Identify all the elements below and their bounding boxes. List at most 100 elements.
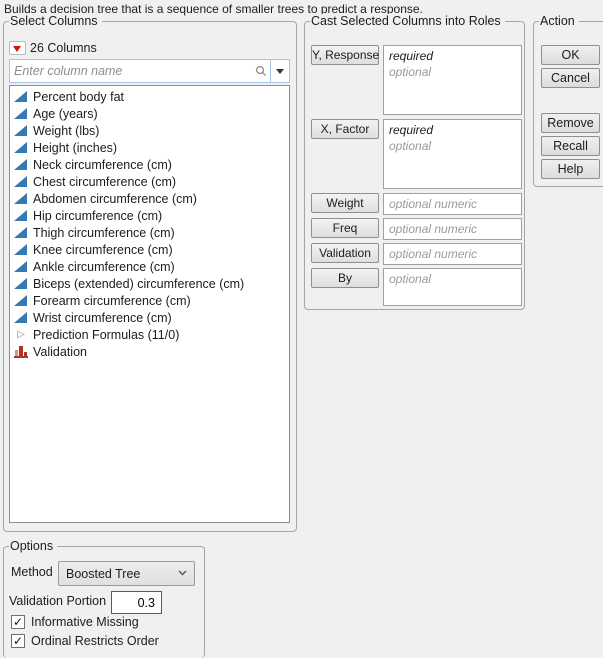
column-list-item[interactable]: Knee circumference (cm): [10, 241, 289, 258]
search-icon: [252, 60, 270, 82]
ordinal-restricts-order-label: Ordinal Restricts Order: [31, 634, 159, 648]
checkmark-icon: ✓: [11, 634, 25, 648]
column-list-item[interactable]: Forearm circumference (cm): [10, 292, 289, 309]
informative-missing-checkbox[interactable]: ✓ Informative Missing: [11, 615, 139, 629]
expand-icon: ▷: [17, 329, 25, 340]
column-list-item[interactable]: Age (years): [10, 105, 289, 122]
column-label: Knee circumference (cm): [33, 242, 173, 257]
validation-dropzone[interactable]: optional numeric: [383, 243, 522, 265]
method-label: Method: [11, 565, 53, 579]
red-triangle-icon[interactable]: [9, 41, 26, 55]
column-label: Prediction Formulas (11/0): [33, 327, 180, 342]
column-label: Hip circumference (cm): [33, 208, 163, 223]
weight-button[interactable]: Weight: [311, 193, 379, 213]
options-title: Options: [9, 539, 58, 553]
continuous-icon: [14, 294, 28, 307]
column-label: Percent body fat: [33, 89, 125, 104]
continuous-icon: [14, 90, 28, 103]
continuous-icon: [14, 277, 28, 290]
x-factor-button[interactable]: X, Factor: [311, 119, 379, 139]
column-search-input[interactable]: [10, 60, 252, 82]
validation-portion-label: Validation Portion: [9, 594, 107, 608]
column-label: Validation: [33, 344, 87, 359]
column-list-item[interactable]: Chest circumference (cm): [10, 173, 289, 190]
zone-optional-text: optional: [389, 65, 432, 79]
column-list-item[interactable]: Biceps (extended) circumference (cm): [10, 275, 289, 292]
column-list-item[interactable]: Height (inches): [10, 139, 289, 156]
y-response-dropzone[interactable]: required optional: [383, 45, 522, 115]
column-list-item[interactable]: Wrist circumference (cm): [10, 309, 289, 326]
column-label: Neck circumference (cm): [33, 157, 172, 172]
select-columns-panel: Select Columns 26 Columns Percent body f…: [3, 14, 297, 532]
zone-optional-text: optional numeric: [389, 247, 478, 261]
continuous-icon: [14, 311, 28, 324]
y-response-button[interactable]: Y, Response: [311, 45, 379, 65]
continuous-icon: [14, 175, 28, 188]
validation-portion-input[interactable]: [111, 591, 162, 614]
column-list-item[interactable]: Neck circumference (cm): [10, 156, 289, 173]
informative-missing-label: Informative Missing: [31, 615, 139, 629]
options-panel: Options Method Boosted Tree Validation P…: [3, 539, 205, 658]
column-list-item[interactable]: ▷ Prediction Formulas (11/0): [10, 326, 289, 343]
column-list-item[interactable]: Validation: [10, 343, 289, 360]
ordinal-restricts-order-checkbox[interactable]: ✓ Ordinal Restricts Order: [11, 634, 159, 648]
method-value: Boosted Tree: [66, 566, 141, 581]
continuous-icon: [14, 260, 28, 273]
column-list-item[interactable]: Thigh circumference (cm): [10, 224, 289, 241]
continuous-icon: [14, 226, 28, 239]
column-label: Age (years): [33, 106, 98, 121]
method-select[interactable]: Boosted Tree: [58, 561, 195, 586]
continuous-icon: [14, 141, 28, 154]
weight-dropzone[interactable]: optional numeric: [383, 193, 522, 215]
by-dropzone[interactable]: optional: [383, 268, 522, 306]
cancel-button[interactable]: Cancel: [541, 68, 600, 88]
zone-optional-text: optional numeric: [389, 197, 478, 211]
checkmark-icon: ✓: [11, 615, 25, 629]
nominal-icon: [14, 345, 28, 358]
column-label: Ankle circumference (cm): [33, 259, 175, 274]
freq-dropzone[interactable]: optional numeric: [383, 218, 522, 240]
zone-optional-text: optional: [389, 139, 432, 153]
column-label: Thigh circumference (cm): [33, 225, 175, 240]
zone-optional-text: optional numeric: [389, 222, 478, 236]
cast-roles-panel: Cast Selected Columns into Roles Y, Resp…: [304, 14, 525, 310]
search-filter-dropdown[interactable]: [270, 60, 289, 82]
column-label: Biceps (extended) circumference (cm): [33, 276, 245, 291]
freq-button[interactable]: Freq: [311, 218, 379, 238]
continuous-icon: [14, 158, 28, 171]
column-search-box: [9, 59, 290, 83]
column-label: Chest circumference (cm): [33, 174, 177, 189]
select-columns-title: Select Columns: [9, 14, 102, 28]
column-list-item[interactable]: Weight (lbs): [10, 122, 289, 139]
zone-optional-text: optional: [389, 272, 432, 286]
column-list-item[interactable]: Percent body fat: [10, 88, 289, 105]
column-label: Abdomen circumference (cm): [33, 191, 197, 206]
remove-button[interactable]: Remove: [541, 113, 600, 133]
continuous-icon: [14, 209, 28, 222]
continuous-icon: [14, 124, 28, 137]
action-panel: Action OK Cancel Remove Recall Help: [533, 14, 603, 187]
cast-roles-title: Cast Selected Columns into Roles: [310, 14, 505, 28]
action-title: Action: [539, 14, 579, 28]
column-list[interactable]: Percent body fat Age (years) Weight (lbs…: [9, 85, 290, 523]
column-label: Forearm circumference (cm): [33, 293, 191, 308]
column-list-item[interactable]: Hip circumference (cm): [10, 207, 289, 224]
column-label: Wrist circumference (cm): [33, 310, 172, 325]
zone-required-text: required: [389, 123, 434, 137]
recall-button[interactable]: Recall: [541, 136, 600, 156]
continuous-icon: [14, 192, 28, 205]
by-button[interactable]: By: [311, 268, 379, 288]
chevron-down-icon: [178, 568, 187, 579]
ok-button[interactable]: OK: [541, 45, 600, 65]
help-button[interactable]: Help: [541, 159, 600, 179]
column-list-item[interactable]: Abdomen circumference (cm): [10, 190, 289, 207]
column-list-item[interactable]: Ankle circumference (cm): [10, 258, 289, 275]
column-label: Height (inches): [33, 140, 118, 155]
x-factor-dropzone[interactable]: required optional: [383, 119, 522, 189]
continuous-icon: [14, 107, 28, 120]
columns-count-label: 26 Columns: [30, 41, 97, 55]
continuous-icon: [14, 243, 28, 256]
partition-launch-dialog: { "description": "Builds a decision tree…: [0, 0, 603, 658]
validation-button[interactable]: Validation: [311, 243, 379, 263]
column-label: Weight (lbs): [33, 123, 100, 138]
